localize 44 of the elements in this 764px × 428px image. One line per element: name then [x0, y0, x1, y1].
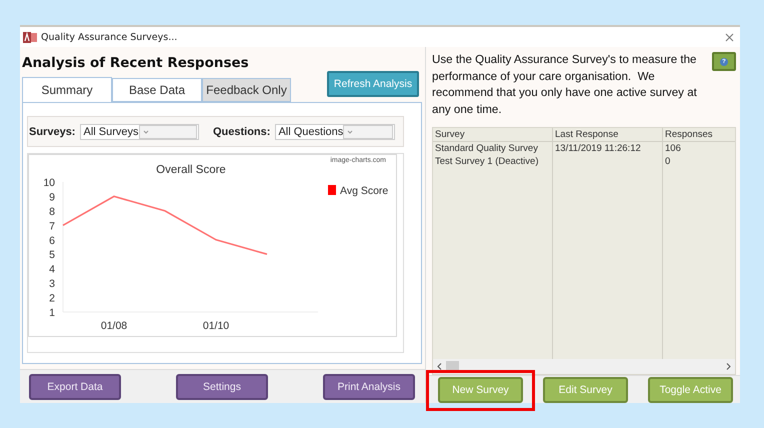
y-tick-label: 2	[49, 292, 55, 305]
window-title: Quality Assurance Surveys...	[41, 32, 178, 42]
y-tick-label: 5	[49, 249, 55, 262]
column-header: Last Response	[553, 128, 662, 142]
table-cell-text: Standard Quality Survey	[434, 142, 539, 155]
column-header: Responses	[663, 128, 735, 142]
x-tick-label: 01/10	[202, 320, 230, 332]
tab[interactable]: Base Data	[112, 78, 202, 102]
y-tick-label: 4	[49, 264, 55, 276]
legend-label: Avg Score	[340, 185, 388, 197]
scroll-right-icon[interactable]	[726, 363, 731, 370]
y-tick-label: 6	[49, 234, 55, 247]
tab[interactable]: Summary	[22, 77, 112, 102]
table-cell-text: Test Survey 1 (Deactive)	[434, 155, 540, 168]
table-cell-text: 0	[664, 155, 672, 168]
table-cell-text: 13/11/2019 11:26:12	[554, 142, 642, 155]
table-cell-text: 106	[664, 142, 682, 155]
action-button[interactable]: New Survey	[438, 376, 523, 402]
y-tick-label: 1	[49, 307, 55, 319]
action-button[interactable]: Export Data	[29, 374, 121, 400]
filter-label: Surveys:	[29, 126, 76, 138]
legend-swatch	[328, 185, 336, 195]
action-button[interactable]: Settings	[176, 374, 268, 400]
dropdown[interactable]: All Surveys	[80, 124, 200, 140]
app-icon	[23, 32, 37, 42]
refresh-button[interactable]: Refresh Analysis	[327, 71, 419, 97]
y-tick-label: 10	[43, 177, 55, 189]
y-tick-label: 8	[49, 206, 55, 218]
dropdown[interactable]: All Questions	[275, 124, 395, 140]
action-button[interactable]: Edit Survey	[543, 376, 628, 402]
close-icon[interactable]	[725, 32, 734, 42]
action-button[interactable]: Print Analysis	[323, 374, 415, 400]
intro-text: Use the Quality Assurance Survey's to measure the performance of your care organisation. We recommend that you only have one active survey at any one time.	[432, 52, 698, 118]
y-tick-label: 7	[49, 220, 55, 232]
chart-title: Overall Score	[156, 164, 226, 176]
tab[interactable]: Feedback Only	[202, 78, 291, 102]
y-tick-label: 9	[49, 191, 55, 204]
filter-label: Questions:	[212, 126, 270, 138]
action-button[interactable]: Toggle Active	[648, 376, 733, 402]
section-heading: Analysis of Recent Responses	[22, 55, 250, 71]
x-tick-label: 01/08	[100, 320, 128, 332]
y-tick-label: 3	[49, 278, 55, 290]
scroll-left-icon[interactable]	[437, 363, 442, 370]
column-header: Survey	[433, 128, 552, 142]
